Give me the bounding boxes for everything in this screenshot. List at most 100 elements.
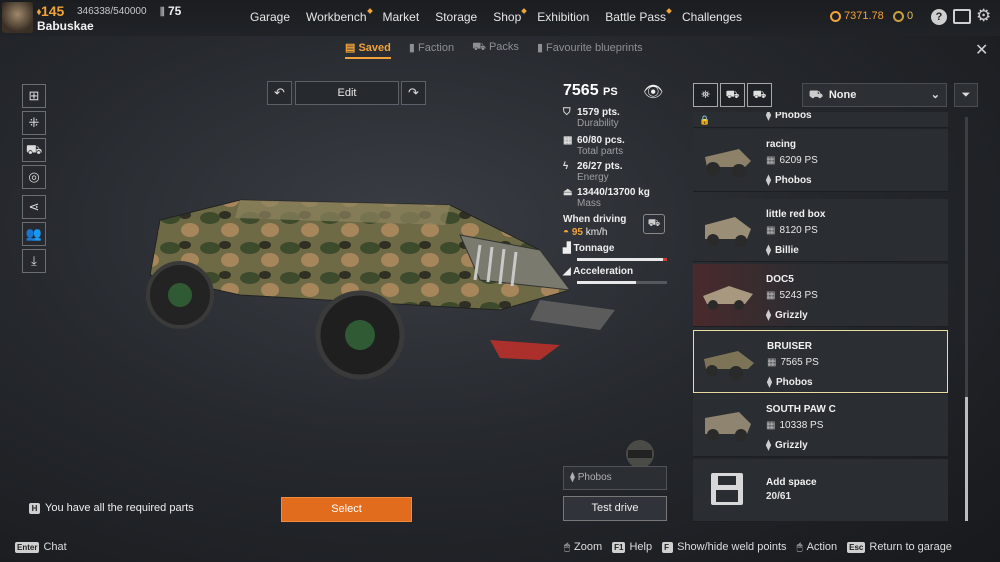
download-icon[interactable]: ⤓: [22, 249, 46, 273]
list-item-selected[interactable]: BRUISER ▦ 7565 PS ⧫ Phobos: [693, 330, 948, 393]
nav-market[interactable]: Market: [383, 10, 420, 24]
acceleration-label: ◢ Acceleration: [563, 266, 634, 277]
target-icon[interactable]: ◎: [22, 165, 46, 189]
list-scrollbar[interactable]: [965, 117, 968, 521]
list-item[interactable]: SOUTH PAW C ▦ 10338 PS ⧫ Grizzly: [693, 394, 948, 457]
help-icon[interactable]: ?: [931, 9, 947, 25]
speed-unit: km/h: [585, 227, 608, 238]
acceleration-bar: [577, 281, 667, 284]
parts-icon: ▦: [563, 135, 573, 146]
tab-faction[interactable]: ▮ Faction: [409, 41, 454, 59]
nav-storage[interactable]: Storage: [435, 10, 477, 24]
nav-challenges[interactable]: Challenges: [682, 10, 742, 24]
list-item-ps-text: 8120 PS: [779, 225, 818, 236]
power-score-unit: PS: [603, 86, 618, 98]
filter-armored-car-icon[interactable]: ⛟: [747, 83, 772, 107]
list-item[interactable]: little red box ▦ 8120 PS ⧫ Billie: [693, 199, 948, 262]
visibility-eye-icon[interactable]: 👁: [643, 82, 663, 102]
player-rank: ⫼ 75: [160, 4, 181, 18]
filter-drone-icon[interactable]: ⛯: [693, 83, 718, 107]
list-item-faction-text: Phobos: [775, 377, 813, 388]
nav-exhibition[interactable]: Exhibition: [537, 10, 589, 24]
vehicle-class-icon: ⛟: [643, 214, 665, 234]
vehicle-parts-icon[interactable]: ⛟: [22, 138, 46, 162]
faction-icon: ⧫: [767, 377, 772, 388]
speed: ◓ 95 km/h: [563, 227, 608, 238]
parts-value: 60/80 pcs.: [577, 135, 625, 146]
power-score: 7565 PS: [563, 82, 618, 100]
rotate-left-button[interactable]: ↶: [267, 81, 292, 105]
list-item[interactable]: DOC5 ▦ 5243 PS ⧫ Grizzly: [693, 264, 948, 327]
stat-durability: ⛉ 1579 pts. Durability: [563, 107, 620, 129]
users-icon[interactable]: 👥: [22, 222, 46, 246]
filter-car-icon[interactable]: ⛟: [720, 83, 745, 107]
player-rank-value: 75: [167, 4, 182, 18]
secondary-currency[interactable]: 0: [893, 10, 913, 22]
funnel-clear-icon[interactable]: ⏷: [954, 83, 978, 107]
required-parts-text: You have all the required parts: [45, 502, 194, 514]
nav-workbench[interactable]: Workbench: [306, 10, 366, 24]
test-drive-button[interactable]: Test drive: [563, 496, 667, 521]
list-item-ps-text: 5243 PS: [779, 290, 818, 301]
faction-icon: ⧫: [766, 310, 771, 321]
secondary-currency-value: 0: [907, 10, 914, 22]
list-item-faction: ⧫ Phobos: [767, 377, 813, 388]
chevron-down-icon: ⌄: [930, 89, 940, 101]
vehicle-preview[interactable]: [120, 180, 620, 380]
required-parts-message: H You have all the required parts: [29, 502, 194, 514]
rotate-right-button[interactable]: ↷: [401, 81, 426, 105]
edit-button[interactable]: Edit: [295, 81, 399, 105]
chat-hint[interactable]: Enter Chat: [15, 541, 67, 553]
hint-zoom: 🖱 Zoom: [564, 541, 602, 553]
add-space-item[interactable]: Add space 20/61: [693, 459, 948, 522]
mass-value: 13440/13700 kg: [577, 187, 650, 198]
list-item[interactable]: ⧫ Phobos: [693, 112, 948, 128]
car-icon: ⛟: [809, 89, 823, 101]
list-item-name: SOUTH PAW C: [766, 404, 836, 415]
tab-packs[interactable]: ⛟ Packs: [472, 41, 519, 59]
close-icon[interactable]: ✕: [975, 40, 988, 60]
nav-garage[interactable]: Garage: [250, 10, 290, 24]
vehicle-thumbnail: [705, 217, 751, 247]
add-space-count: 20/61: [766, 491, 792, 502]
list-item-faction-text: Billie: [774, 245, 799, 256]
nav-shop[interactable]: Shop: [493, 10, 521, 24]
coin-icon: [830, 10, 841, 22]
tab-saved[interactable]: ▤ Saved: [345, 41, 391, 59]
vehicle-thumbnail: [704, 351, 754, 380]
hint-return-garage[interactable]: Esc Return to garage: [847, 541, 952, 553]
nav-battle-pass[interactable]: Battle Pass: [605, 10, 666, 24]
ps-icon: ▦: [766, 420, 776, 431]
coins[interactable]: 7371.78: [830, 10, 884, 22]
messages-icon[interactable]: [953, 9, 971, 24]
mass-label: Mass: [577, 198, 601, 209]
tonnage-label: ▟ Tonnage: [563, 243, 615, 254]
list-item-faction: ⧫ Phobos: [766, 175, 812, 186]
list-item-ps-text: 10338 PS: [779, 420, 824, 431]
floppy-disk-shutter: [718, 476, 736, 485]
control-hints: 🖱 Zoom F1 Help F Show/hide weld points 🖱 Act…: [564, 541, 952, 553]
hint-return-garage-label: Return to garage: [869, 541, 952, 553]
list-item-faction: ⧫ Billie: [766, 245, 799, 256]
hint-weld-points: F Show/hide weld points: [662, 541, 787, 553]
acceleration-label-text: Acceleration: [573, 266, 634, 277]
faction-dropdown[interactable]: ⛟ None ⌄: [802, 83, 947, 107]
player-level: ⬪145: [37, 3, 65, 19]
share-icon[interactable]: ⋖: [22, 195, 46, 219]
list-item[interactable]: racing ▦ 6209 PS ⧫ Phobos: [693, 129, 948, 192]
tab-favourite-blueprints[interactable]: ▮ Favourite blueprints: [537, 41, 643, 59]
select-button[interactable]: Select: [281, 497, 412, 522]
chat-key: Enter: [15, 541, 40, 553]
vehicle-thumbnail: [705, 149, 751, 178]
hint-help-key: F1: [612, 541, 626, 553]
scrollbar-thumb[interactable]: [965, 397, 968, 521]
settings-gear-icon[interactable]: ⚙: [976, 6, 991, 26]
vehicle-thumbnail: [705, 412, 751, 441]
grid-view-icon[interactable]: ⊞: [22, 84, 46, 108]
player-avatar[interactable]: [2, 2, 33, 33]
stat-mass: ⏏ 13440/13700 kg Mass: [563, 187, 650, 209]
weld-points-icon[interactable]: ⁜: [22, 111, 46, 135]
parts-label: Total parts: [577, 146, 624, 157]
list-item-ps: ▦ 6209 PS: [766, 155, 818, 166]
player-level-value: 145: [40, 3, 65, 19]
